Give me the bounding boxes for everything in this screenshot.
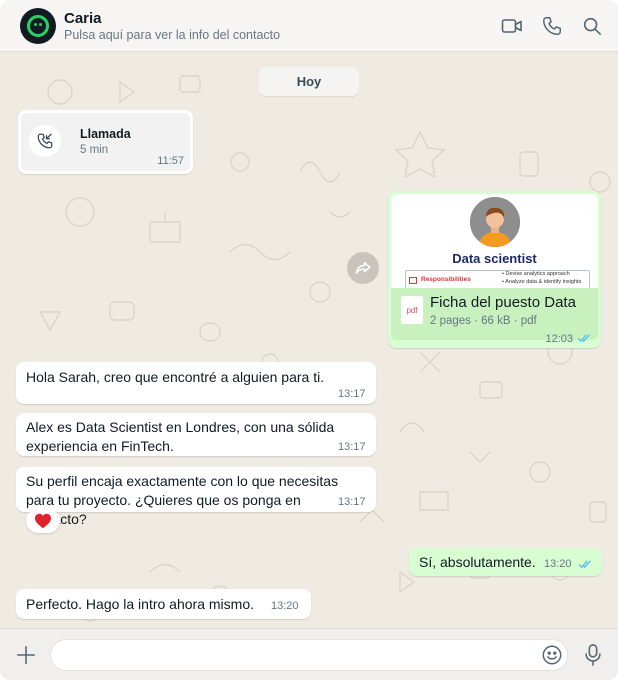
forward-button[interactable] [347, 252, 379, 284]
read-ticks-icon [577, 334, 590, 343]
document-preview[interactable]: Data scientist Responsibilities • Devise… [391, 194, 598, 288]
document-meta: 2 pages · 66 kB · pdf [430, 315, 537, 327]
message-text: Perfecto. Hago la intro ahora mismo. [26, 596, 254, 612]
phone-icon[interactable] [540, 14, 564, 38]
message-composer [0, 628, 618, 680]
incoming-call-icon [29, 125, 61, 157]
preview-section: Responsibilities [421, 276, 471, 283]
message-text: Su perfil encaja exactamente con lo que … [26, 473, 339, 527]
message-time: 13:17 [338, 388, 366, 400]
contact-info-hint[interactable]: Pulsa aquí para ver la info del contacto [64, 28, 280, 42]
avatar-logo [27, 15, 49, 37]
document-file-name: Ficha del puesto Data [430, 294, 576, 311]
message-text: Alex es Data Scientist en Londres, con u… [26, 419, 335, 454]
message-text: Hola Sarah, creo que encontré a alguien … [26, 369, 325, 385]
video-icon[interactable] [500, 14, 524, 38]
chat-area[interactable]: Hoy Llamada 5 min 11:57 Data scientist R… [0, 52, 618, 628]
message-time: 13:17 [338, 441, 366, 453]
document-time: 12:03 [545, 333, 573, 345]
call-bubble[interactable]: Llamada 5 min 11:57 [18, 110, 193, 174]
document-bubble[interactable]: Data scientist Responsibilities • Devise… [388, 191, 601, 348]
pdf-file-icon: pdf [401, 296, 423, 324]
message-bubble[interactable]: Sí, absolutamente. 13:20 [409, 548, 602, 576]
message-time: 13:20 [271, 600, 299, 612]
call-time: 11:57 [157, 155, 184, 167]
preview-bullet-2: • Analyze data & identify insights [502, 279, 582, 285]
microphone-icon[interactable] [582, 643, 604, 672]
contact-name[interactable]: Caria [64, 10, 102, 27]
message-bubble[interactable]: Alex es Data Scientist en Londres, con u… [16, 413, 376, 456]
day-separator: Hoy [259, 67, 359, 96]
preview-table: Responsibilities • Devise analytics appr… [405, 270, 590, 288]
call-card[interactable]: Llamada 5 min 11:57 [21, 113, 190, 171]
chat-header[interactable]: Caria Pulsa aquí para ver la info del co… [0, 0, 618, 52]
avatar[interactable] [20, 8, 56, 44]
message-input[interactable] [50, 639, 568, 671]
search-icon[interactable] [580, 14, 604, 38]
message-bubble[interactable]: Su perfil encaja exactamente con lo que … [16, 467, 376, 527]
message-time: 13:17 [338, 496, 366, 508]
emoji-icon[interactable] [541, 644, 563, 671]
heart-icon [35, 513, 51, 529]
plus-icon[interactable] [15, 644, 37, 671]
preview-title: Data scientist [452, 251, 537, 266]
message-bubble[interactable]: Perfecto. Hago la intro ahora mismo. 13:… [16, 589, 311, 619]
preview-bullet-1: • Devise analytics approach [502, 271, 570, 277]
message-text: Sí, absolutamente. [419, 554, 536, 570]
heart-reaction[interactable] [26, 509, 60, 533]
whatsapp-window: Caria Pulsa aquí para ver la info del co… [0, 0, 618, 680]
message-time: 13:20 [544, 558, 572, 570]
read-ticks-icon [578, 560, 591, 569]
message-bubble[interactable]: Hola Sarah, creo que encontré a alguien … [16, 362, 376, 404]
call-title: Llamada [80, 127, 131, 141]
profile-illustration [470, 197, 520, 247]
responsibilities-icon [409, 277, 417, 284]
call-duration: 5 min [80, 144, 109, 156]
